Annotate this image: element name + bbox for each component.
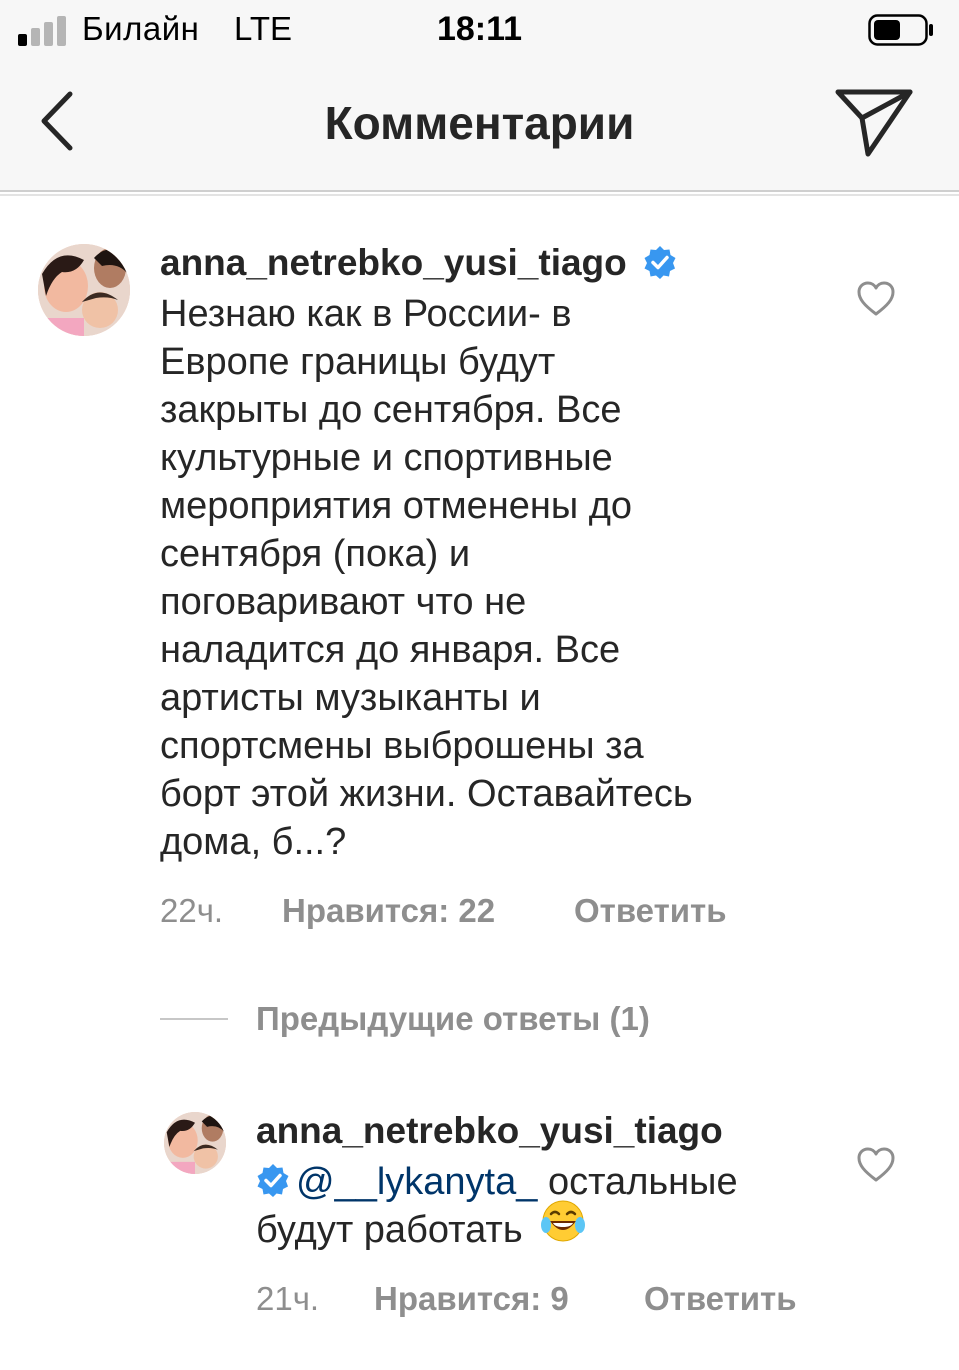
likes-count-link[interactable]: Нравится: 9: [374, 1280, 569, 1318]
comment-line: поговаривают что не: [160, 581, 527, 623]
verified-badge-icon: [644, 246, 676, 280]
comment-line: мероприятия отменены до: [160, 485, 633, 527]
comment-line: закрыты до сентября. Все: [160, 389, 622, 431]
mention-link[interactable]: @__lykanyta_: [296, 1161, 537, 1203]
reply-text-line-1: @__lykanyta_ остальные: [256, 1158, 738, 1206]
comment-line: культурные и спортивные: [160, 437, 613, 479]
verified-badge-icon: [257, 1163, 289, 1197]
comment-line: Незнаю как в России- в: [160, 293, 572, 335]
navigation-bar: Комментарии: [0, 62, 959, 196]
view-previous-replies-button[interactable]: Предыдущие ответы (1): [256, 1000, 650, 1038]
avatar[interactable]: [164, 1112, 226, 1174]
reply-button[interactable]: Ответить: [574, 892, 727, 930]
reply-text: будут работать: [256, 1209, 523, 1251]
comment-line: дома, б...?: [160, 821, 347, 863]
comment-time: 22ч.: [160, 892, 224, 929]
username-text: anna_netrebko_yusi_tiago: [160, 242, 627, 283]
comment-line: борт этой жизни. Оставайтесь: [160, 773, 693, 815]
laughing-emoji-icon: [539, 1199, 587, 1257]
reply-button[interactable]: Ответить: [644, 1280, 797, 1318]
battery-icon: [868, 14, 933, 46]
likes-count-link[interactable]: Нравится: 22: [282, 892, 495, 930]
comment-line: наладится до января. Все: [160, 629, 621, 671]
status-time: 18:11: [436, 10, 523, 48]
comment-line: Европе границы будут: [160, 341, 556, 383]
reply-text: остальные: [537, 1161, 738, 1203]
status-bar: Билайн LTE 18:11: [0, 0, 959, 62]
heart-icon[interactable]: [856, 280, 896, 318]
avatar[interactable]: [38, 244, 130, 336]
avatar-photo: [38, 244, 130, 336]
replies-divider: [160, 1018, 228, 1020]
page-title: Комментарии: [324, 97, 635, 149]
reply-time: 21ч.: [256, 1280, 320, 1317]
reply-username[interactable]: anna_netrebko_yusi_tiago: [256, 1110, 723, 1152]
reply-text-line-2: будут работать: [256, 1200, 587, 1257]
comment-username[interactable]: anna_netrebko_yusi_tiago: [160, 242, 677, 284]
heart-icon[interactable]: [856, 1146, 896, 1184]
comment-line: спортсмены выброшены за: [160, 725, 644, 767]
comment-line: сентября (пока) и: [160, 533, 471, 575]
direct-share-icon[interactable]: [832, 84, 916, 160]
comment-line: артисты музыканты и: [160, 677, 541, 719]
avatar-photo: [164, 1112, 226, 1174]
comments-screen: Билайн LTE 18:11 Комментарии anna_netreb…: [0, 0, 959, 1370]
